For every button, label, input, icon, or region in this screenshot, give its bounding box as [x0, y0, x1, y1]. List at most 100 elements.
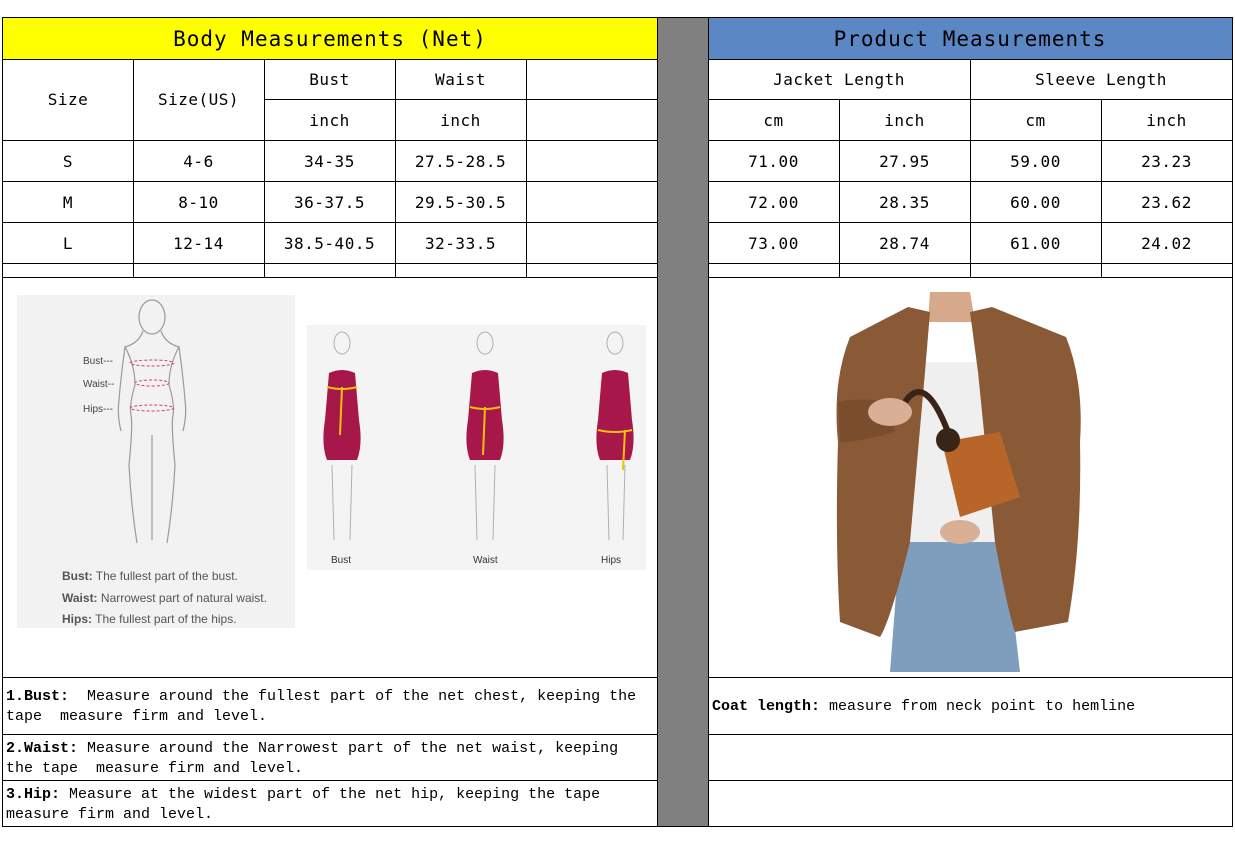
figure-outline-icon: [117, 299, 187, 544]
dress-measurement-illustration: Bust Waist Hips: [307, 325, 646, 570]
jacket-inch-value: 27.95: [879, 151, 930, 171]
table-cell: M: [3, 182, 133, 222]
grid-line: [708, 780, 1233, 781]
size-value: L: [62, 233, 74, 253]
grid-line: [2, 734, 657, 735]
hips-marker-label: Hips---: [83, 404, 113, 415]
grid-line: [264, 99, 657, 100]
col-size-label: Size: [47, 90, 89, 109]
product-photo: [830, 292, 1086, 672]
table-cell: 61.00: [970, 223, 1101, 263]
table-cell: 71.00: [708, 141, 839, 181]
gray-divider-column: [657, 18, 708, 826]
col-jacket-length-header: Jacket Length: [708, 59, 970, 100]
body-measurements-title: Body Measurements (Net): [173, 26, 487, 51]
grid-line: [2, 181, 657, 182]
table-cell: 72.00: [708, 182, 839, 222]
unit-label: cm: [1025, 110, 1046, 130]
note-hip-text: Measure at the widest part of the net hi…: [6, 786, 610, 823]
table-cell: 8-10: [133, 182, 264, 222]
grid-line: [2, 222, 657, 223]
note-coat-term: Coat length:: [712, 698, 821, 715]
legend-hips-term: Hips:: [62, 612, 92, 626]
col-size-header: Size: [3, 59, 133, 140]
grid-line: [970, 59, 971, 278]
grid-line: [2, 677, 657, 678]
dress-caption-bust: Bust: [331, 555, 352, 566]
table-cell: 60.00: [970, 182, 1101, 222]
jacket-cm-value: 72.00: [748, 192, 799, 212]
note-coat-length: Coat length: measure from neck point to …: [710, 697, 1230, 717]
sleeve-inch-value: 24.02: [1141, 233, 1192, 253]
grid-line: [1101, 100, 1102, 278]
legend-hips-desc: The fullest part of the hips.: [95, 612, 237, 626]
waist-marker-label: Waist--: [83, 379, 115, 390]
unit-label: cm: [763, 110, 784, 130]
jacket-cm-value: 73.00: [748, 233, 799, 253]
grid-line: [2, 140, 657, 141]
col-waist-label: Waist: [435, 70, 486, 89]
grid-line: [708, 677, 1233, 678]
bust-marker-label: Bust---: [83, 356, 113, 367]
grid-line: [133, 59, 134, 278]
table-cell: 36-37.5: [264, 182, 395, 222]
unit-bust-label: inch: [309, 110, 350, 130]
legend-bust-desc: The fullest part of the bust.: [95, 569, 238, 583]
grid-line: [657, 17, 658, 827]
grid-line: [2, 17, 1233, 18]
size-value: M: [62, 192, 74, 212]
legend-waist-desc: Narrowest part of natural waist.: [100, 591, 267, 605]
legend-bust-term: Bust:: [62, 569, 93, 583]
note-bust: 1.Bust: Measure around the fullest part …: [4, 687, 656, 727]
table-cell: 59.00: [970, 141, 1101, 181]
unit-label: inch: [884, 110, 925, 130]
waist-value: 29.5-30.5: [414, 192, 507, 212]
unit-waist: inch: [395, 100, 526, 140]
jacket-inch-value: 28.35: [879, 192, 930, 212]
table-cell: 12-14: [133, 223, 264, 263]
legend-bust: Bust: The fullest part of the bust.: [62, 569, 238, 583]
waist-value: 27.5-28.5: [414, 151, 507, 171]
table-cell: 34-35: [264, 141, 395, 181]
product-measurements-title: Product Measurements: [833, 26, 1107, 51]
grid-line: [526, 59, 527, 278]
grid-line: [2, 263, 657, 264]
unit-jacket-inch: inch: [839, 100, 970, 140]
table-cell: 38.5-40.5: [264, 223, 395, 263]
legend-waist-term: Waist:: [62, 591, 98, 605]
size-us-value: 4-6: [183, 151, 214, 171]
table-cell: 27.5-28.5: [395, 141, 526, 181]
grid-line: [264, 59, 265, 278]
jacket-cm-value: 71.00: [748, 151, 799, 171]
table-cell: 28.74: [839, 223, 970, 263]
note-hip-term: 3.Hip:: [6, 786, 61, 803]
table-cell: 29.5-30.5: [395, 182, 526, 222]
table-cell: 23.62: [1101, 182, 1232, 222]
note-waist: 2.Waist: Measure around the Narrowest pa…: [4, 739, 656, 779]
grid-line: [2, 17, 3, 827]
note-bust-text: Measure around the fullest part of the n…: [6, 688, 646, 725]
dress-figures-icon: [323, 331, 634, 541]
table-cell: 32-33.5: [395, 223, 526, 263]
body-outline-diagram: Bust--- Waist-- Hips--- Bust: The fulles…: [17, 295, 295, 628]
bust-value: 38.5-40.5: [283, 233, 376, 253]
note-waist-term: 2.Waist:: [6, 740, 79, 757]
waist-value: 32-33.5: [425, 233, 496, 253]
col-sleeve-length-label: Sleeve Length: [1035, 70, 1167, 89]
col-jacket-length-label: Jacket Length: [773, 70, 905, 89]
sleeve-cm-value: 59.00: [1010, 151, 1061, 171]
legend-hips: Hips: The fullest part of the hips.: [62, 612, 237, 626]
legend-waist: Waist: Narrowest part of natural waist.: [62, 591, 267, 605]
col-sleeve-length-header: Sleeve Length: [970, 59, 1232, 100]
col-size-us-label: Size(US): [157, 90, 240, 109]
dress-caption-waist: Waist: [473, 555, 498, 566]
table-cell: 27.95: [839, 141, 970, 181]
dress-caption-hips: Hips: [601, 555, 622, 566]
body-measurements-header: Body Measurements (Net): [3, 18, 657, 59]
note-hip: 3.Hip: Measure at the widest part of the…: [4, 785, 656, 825]
grid-line: [708, 734, 1233, 735]
grid-line: [395, 59, 396, 278]
unit-waist-label: inch: [440, 110, 481, 130]
col-bust-label: Bust: [309, 70, 350, 89]
note-coat-text: measure from neck point to hemline: [820, 698, 1136, 715]
